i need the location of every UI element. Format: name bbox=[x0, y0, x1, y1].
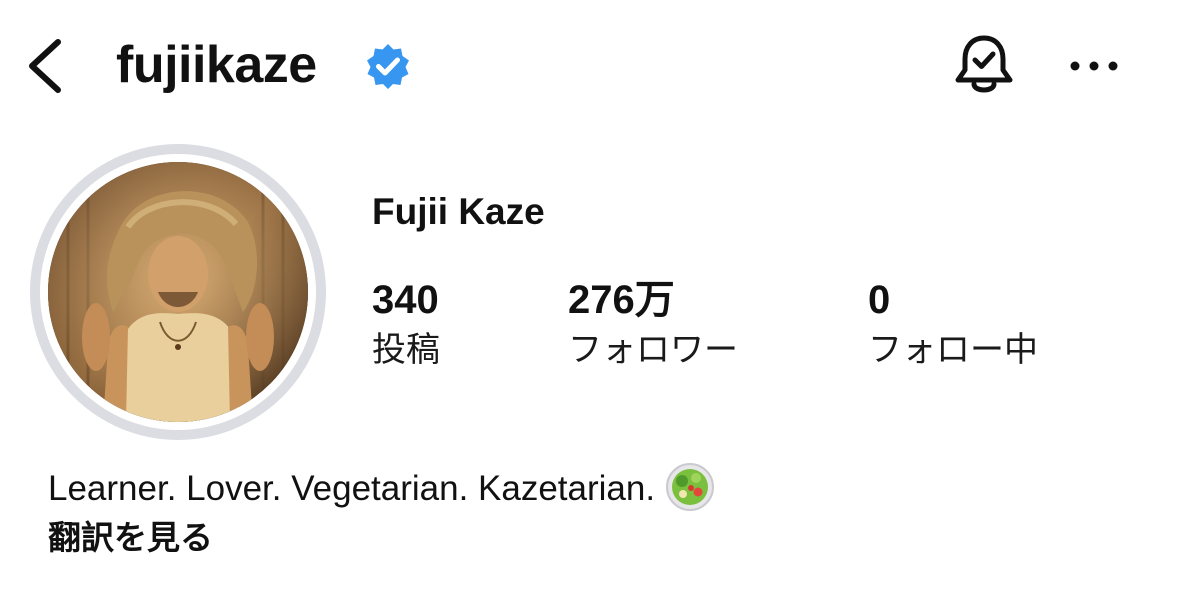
stat-following-label: フォロー中 bbox=[868, 330, 1038, 370]
bell-check-icon bbox=[955, 35, 1013, 93]
stat-posts-count: 340 bbox=[372, 278, 439, 322]
profile-avatar[interactable] bbox=[30, 144, 326, 440]
profile-bio: Learner. Lover. Vegetarian. Kazetarian. bbox=[48, 462, 715, 512]
stat-posts[interactable]: 340 投稿 bbox=[372, 276, 440, 372]
see-translation-link[interactable]: 翻訳を見る bbox=[48, 516, 213, 560]
bio-text: Learner. Lover. Vegetarian. Kazetarian. bbox=[48, 469, 656, 508]
notifications-bell-button[interactable] bbox=[950, 32, 1018, 102]
chevron-left-icon bbox=[29, 39, 61, 93]
ellipsis-horizontal-icon bbox=[1070, 61, 1118, 71]
salad-emoji-icon bbox=[665, 462, 715, 512]
back-button[interactable] bbox=[22, 36, 70, 96]
stat-followers-label: フォロワー bbox=[568, 330, 738, 370]
stat-followers[interactable]: 276万 フォロワー bbox=[568, 276, 738, 372]
more-options-button[interactable] bbox=[1066, 48, 1122, 84]
profile-photo bbox=[48, 162, 308, 422]
verified-badge-icon bbox=[364, 42, 412, 90]
stat-following-count: 0 bbox=[868, 278, 891, 322]
stat-posts-label: 投稿 bbox=[372, 330, 440, 370]
profile-display-name: Fujii Kaze bbox=[372, 191, 545, 232]
stat-followers-count: 276万 bbox=[568, 278, 675, 322]
profile-username: fujiikaze bbox=[116, 36, 317, 94]
stat-following[interactable]: 0 フォロー中 bbox=[868, 276, 1038, 372]
